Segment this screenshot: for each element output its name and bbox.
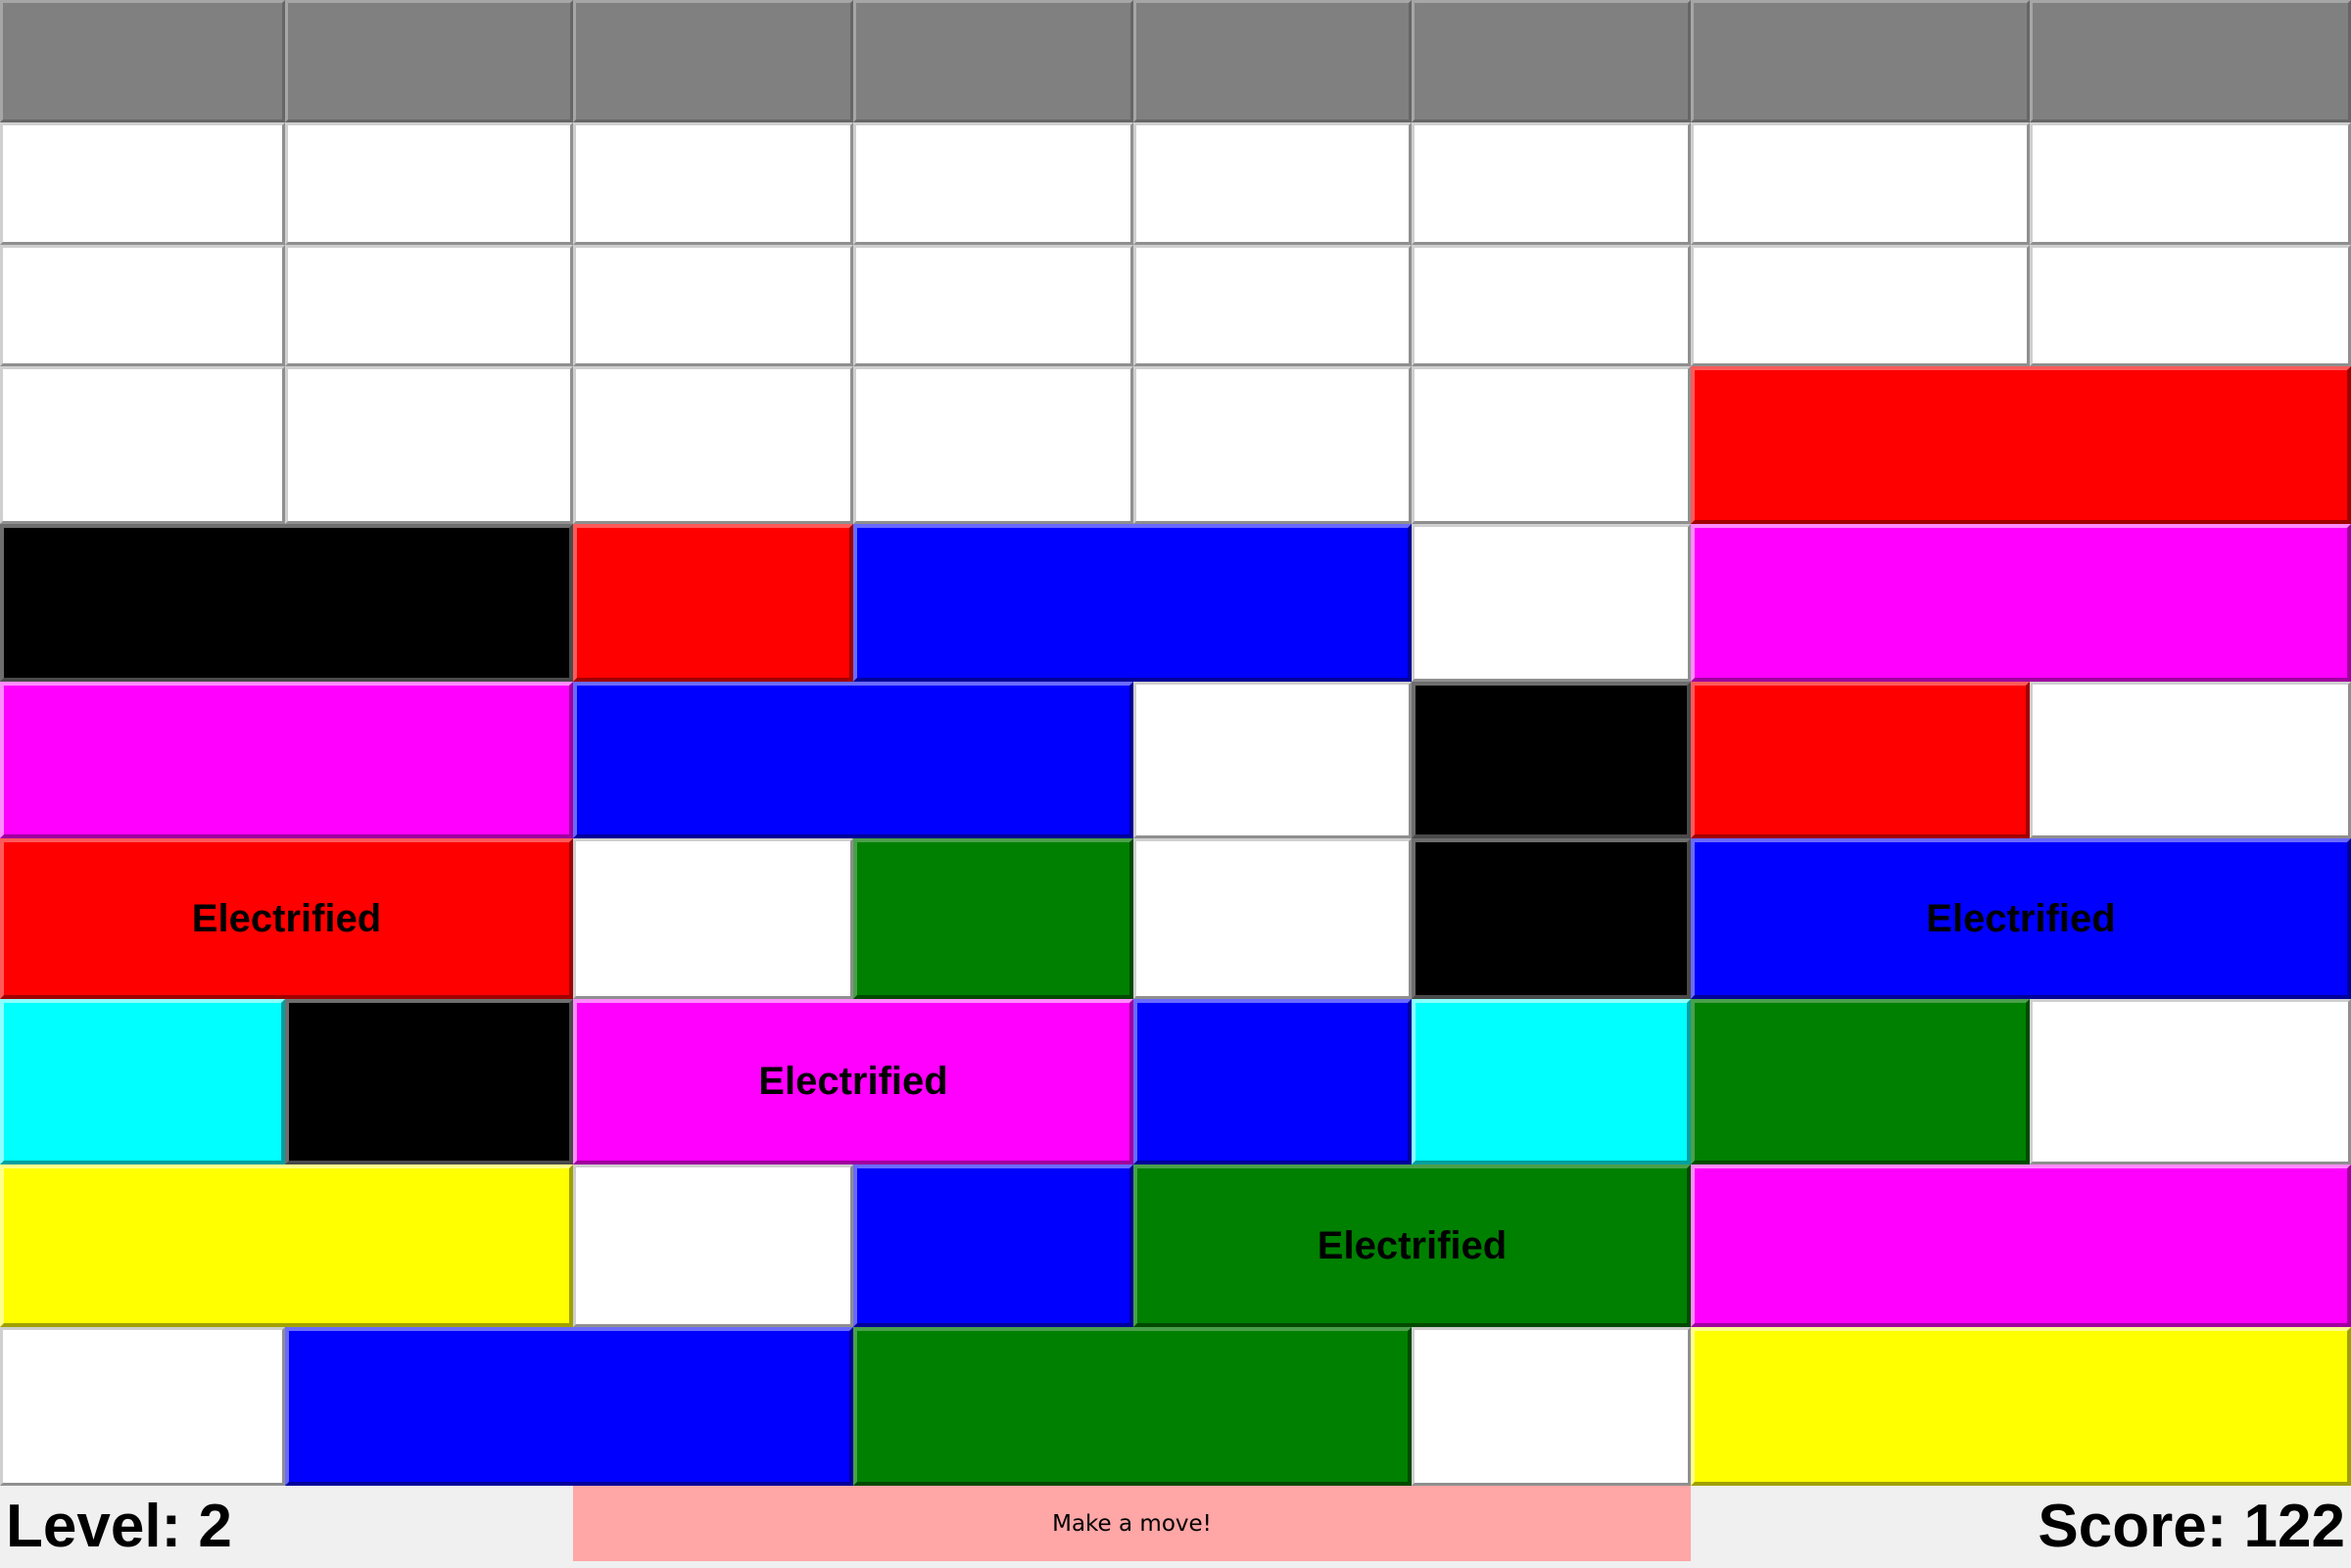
block-black[interactable] [285, 999, 573, 1164]
block-red[interactable]: Electrified [0, 838, 573, 999]
block-blue[interactable] [853, 1164, 1133, 1327]
header-cell [1133, 0, 1412, 122]
empty-cell[interactable] [1133, 366, 1412, 524]
header-cell [1691, 0, 2030, 122]
header-cell [0, 0, 285, 122]
block-green[interactable]: Electrified [1133, 1164, 1691, 1327]
block-cyan[interactable] [1412, 999, 1691, 1164]
empty-cell[interactable] [0, 1327, 285, 1486]
status-bar: Level: 2 Make a move! Score: 122 [0, 1486, 2351, 1561]
electrified-label: Electrified [1926, 896, 2116, 940]
empty-cell[interactable] [1133, 838, 1412, 999]
header-cell [853, 0, 1133, 122]
block-yellow[interactable] [1691, 1327, 2351, 1486]
empty-cell[interactable] [1691, 122, 2030, 245]
block-blue[interactable] [285, 1327, 853, 1486]
empty-cell[interactable] [0, 366, 285, 524]
block-magenta[interactable]: Electrified [573, 999, 1133, 1164]
electrified-label: Electrified [758, 1060, 948, 1103]
header-cell [285, 0, 573, 122]
block-magenta[interactable] [0, 682, 573, 838]
block-blue[interactable] [573, 682, 1133, 838]
header-cell [1412, 0, 1691, 122]
header-cell [573, 0, 853, 122]
block-blue[interactable]: Electrified [1691, 838, 2351, 999]
block-yellow[interactable] [0, 1164, 573, 1327]
status-message: Make a move! [573, 1486, 1691, 1561]
block-red[interactable] [1691, 366, 2351, 524]
block-magenta[interactable] [1691, 1164, 2351, 1327]
empty-cell[interactable] [1133, 122, 1412, 245]
empty-cell[interactable] [573, 245, 853, 366]
header-cell [2030, 0, 2351, 122]
score-label: Score: 122 [2038, 1493, 2345, 1560]
block-black[interactable] [0, 524, 573, 682]
empty-cell[interactable] [2030, 245, 2351, 366]
empty-cell[interactable] [1412, 1327, 1691, 1486]
electrified-label: Electrified [1317, 1223, 1508, 1267]
block-black[interactable] [1412, 682, 1691, 838]
empty-cell[interactable] [573, 838, 853, 999]
empty-cell[interactable] [285, 366, 573, 524]
empty-cell[interactable] [1412, 524, 1691, 682]
empty-cell[interactable] [1412, 122, 1691, 245]
block-black[interactable] [1412, 838, 1691, 999]
empty-cell[interactable] [1133, 682, 1412, 838]
empty-cell[interactable] [573, 1164, 853, 1327]
empty-cell[interactable] [853, 366, 1133, 524]
empty-cell[interactable] [1691, 245, 2030, 366]
block-blue[interactable] [1133, 999, 1412, 1164]
empty-cell[interactable] [1412, 366, 1691, 524]
empty-cell[interactable] [2030, 122, 2351, 245]
empty-cell[interactable] [573, 366, 853, 524]
empty-cell[interactable] [285, 245, 573, 366]
game-board: Electrified Electrified Electrified Electri… [0, 0, 2351, 1486]
block-cyan[interactable] [0, 999, 285, 1164]
block-green[interactable] [1691, 999, 2030, 1164]
empty-cell[interactable] [2030, 682, 2351, 838]
block-green[interactable] [853, 1327, 1412, 1486]
block-red[interactable] [1691, 682, 2030, 838]
empty-cell[interactable] [853, 245, 1133, 366]
empty-cell[interactable] [853, 122, 1133, 245]
empty-cell[interactable] [0, 245, 285, 366]
empty-cell[interactable] [0, 122, 285, 245]
level-label: Level: 2 [6, 1493, 232, 1560]
electrified-label: Electrified [191, 896, 382, 940]
empty-cell[interactable] [573, 122, 853, 245]
empty-cell[interactable] [1412, 245, 1691, 366]
empty-cell[interactable] [1133, 245, 1412, 366]
empty-cell[interactable] [2030, 999, 2351, 1164]
block-magenta[interactable] [1691, 524, 2351, 682]
block-blue[interactable] [853, 524, 1412, 682]
block-green[interactable] [853, 838, 1133, 999]
block-red[interactable] [573, 524, 853, 682]
empty-cell[interactable] [285, 122, 573, 245]
